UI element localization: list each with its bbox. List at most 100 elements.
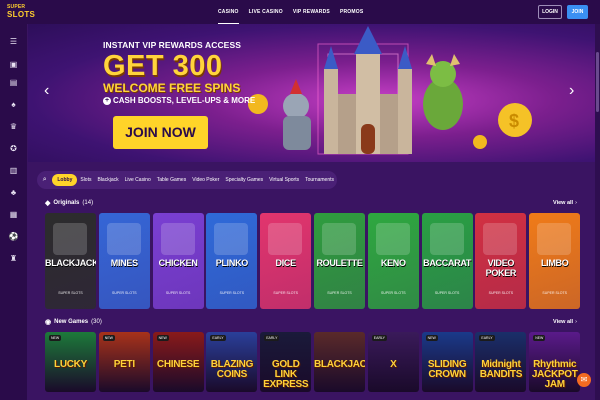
game-card-original[interactable]: DICE SUPER SLOTS <box>260 213 312 309</box>
game-brand: SUPER SLOTS <box>58 291 83 295</box>
new-games-heading: ◉ New Games (30) <box>45 318 102 326</box>
originals-row: BLACKJACK SUPER SLOTS MINES SUPER SLOTS CHIC… <box>45 213 595 309</box>
filter-virtual-sports[interactable]: Virtual Sports <box>266 171 302 189</box>
game-card-new[interactable]: NEW SLIDING CROWN <box>421 332 473 392</box>
game-card-original[interactable]: MINES SUPER SLOTS <box>98 213 150 309</box>
game-card-new[interactable]: BLACKJACK <box>314 332 365 392</box>
prev-slide-arrow[interactable]: ‹ <box>44 82 49 100</box>
filter-table-games[interactable]: Table Games <box>154 171 189 189</box>
nav-vip-rewards[interactable]: VIP REWARDS <box>293 0 330 24</box>
game-badge: NEW <box>425 335 438 341</box>
page-scrollbar[interactable] <box>595 24 600 400</box>
game-card-original[interactable]: VIDEO POKER SUPER SLOTS <box>475 213 527 309</box>
game-brand: SUPER SLOTS <box>542 291 567 295</box>
main-nav: CASINO LIVE CASINO VIP REWARDS PROMOS <box>218 0 363 24</box>
game-art <box>160 223 195 255</box>
game-card-new[interactable]: EARLY GOLD LINK EXPRESS <box>260 332 312 392</box>
plus-icon: + <box>103 96 111 105</box>
game-card-original[interactable]: KENO SUPER SLOTS <box>367 213 419 309</box>
game-title: BACCARAT <box>423 258 472 268</box>
game-brand: SUPER SLOTS <box>434 291 460 295</box>
tournaments-icon[interactable]: ♜ <box>7 252 20 265</box>
search-icon[interactable]: ⌕ <box>37 176 52 184</box>
hero-perks-text: CASH BOOSTS, LEVEL-UPS & MORE <box>113 96 256 105</box>
game-brand: SUPER SLOTS <box>165 291 191 295</box>
game-art <box>483 223 518 255</box>
hero-banner[interactable]: $ ‹ › INSTANT VIP REWARDS ACCESS GET 300… <box>28 24 595 162</box>
filter-live-casino[interactable]: Live Casino <box>122 171 154 189</box>
originals-view-all-label: View all <box>553 200 574 206</box>
game-card-original[interactable]: CHICKEN SUPER SLOTS <box>152 213 204 309</box>
filter-specialty-games[interactable]: Specialty Games <box>222 171 266 189</box>
originals-view-all[interactable]: View all › <box>553 200 577 206</box>
game-card-new[interactable]: NEW PETI <box>98 332 150 392</box>
game-badge: NEW <box>533 335 546 341</box>
hero-subtitle: INSTANT VIP REWARDS ACCESS <box>103 40 241 50</box>
game-title: Rhythmic JACKPOT JAM <box>531 359 578 390</box>
game-art <box>106 223 141 255</box>
game-badge: EARLY <box>371 335 388 341</box>
live-casino-icon[interactable]: ▤ <box>7 76 20 89</box>
game-title: CHICKEN <box>158 258 198 268</box>
menu-icon[interactable]: ☰ <box>7 35 20 48</box>
game-card-new[interactable]: NEW CHINESE <box>152 332 204 392</box>
game-art <box>375 223 410 255</box>
video-poker-icon[interactable]: ♣ <box>7 186 20 199</box>
game-card-original[interactable]: ROULETTE SUPER SLOTS <box>314 213 365 309</box>
hero-perks: + CASH BOOSTS, LEVEL-UPS & MORE <box>103 96 255 105</box>
eye-icon: ◉ <box>45 319 52 326</box>
game-card-new[interactable]: EARLY BLAZING COINS <box>206 332 258 392</box>
game-brand: SUPER SLOTS <box>327 291 352 295</box>
blackjack-icon[interactable]: ♠ <box>7 98 20 111</box>
join-now-button[interactable]: JOIN NOW <box>113 116 208 149</box>
game-art <box>322 223 356 255</box>
game-brand: SUPER SLOTS <box>273 291 298 295</box>
nav-promos[interactable]: PROMOS <box>340 0 363 24</box>
game-card-new[interactable]: NEW Rhythmic JACKPOT JAM <box>529 332 581 392</box>
game-art <box>53 223 87 255</box>
game-brand: SUPER SLOTS <box>381 291 406 295</box>
game-brand: SUPER SLOTS <box>112 291 137 295</box>
game-card-original[interactable]: BACCARAT SUPER SLOTS <box>421 213 473 309</box>
originals-title: Originals <box>53 200 80 206</box>
game-badge: NEW <box>102 335 115 341</box>
game-card-new[interactable]: EARLY Midnight BANDITS <box>475 332 527 392</box>
game-art <box>268 223 303 255</box>
slots-icon[interactable]: ▣ <box>7 58 20 71</box>
game-card-original[interactable]: BLACKJACK SUPER SLOTS <box>45 213 96 309</box>
login-button[interactable]: LOGIN <box>538 5 562 19</box>
site-logo[interactable]: SUPER SLOTS <box>7 4 36 20</box>
new-games-view-all-label: View all <box>553 319 574 325</box>
vip-icon[interactable]: ♛ <box>7 120 20 133</box>
filter-lobby[interactable]: Lobby <box>52 174 78 186</box>
nav-casino[interactable]: CASINO <box>218 0 239 24</box>
new-games-count: (30) <box>91 319 102 325</box>
sports-icon[interactable]: ⚽ <box>7 230 20 243</box>
filter-video-poker[interactable]: Video Poker <box>189 171 222 189</box>
game-brand: SUPER SLOTS <box>488 291 514 295</box>
chat-icon[interactable]: ✉ <box>577 373 591 387</box>
specialty-icon[interactable]: ▦ <box>7 208 20 221</box>
diamond-icon: ◆ <box>45 200 51 207</box>
game-card-original[interactable]: PLINKO SUPER SLOTS <box>206 213 258 309</box>
promos-icon[interactable]: ✪ <box>7 142 20 155</box>
filter-blackjack[interactable]: Blackjack <box>94 171 121 189</box>
filter-tournaments[interactable]: Tournaments <box>302 171 337 189</box>
scrollbar-thumb[interactable] <box>596 52 599 112</box>
chevron-right-icon: › <box>575 319 577 325</box>
next-slide-arrow[interactable]: › <box>569 82 574 100</box>
game-badge: NEW <box>49 335 62 341</box>
game-card-new[interactable]: NEW LUCKY <box>45 332 96 392</box>
game-art <box>429 223 464 255</box>
game-card-original[interactable]: LIMBO SUPER SLOTS <box>529 213 581 309</box>
filter-slots[interactable]: Slots <box>77 171 94 189</box>
game-badge: EARLY <box>264 335 280 341</box>
originals-heading: ◆ Originals (14) <box>45 199 93 207</box>
table-games-icon[interactable]: ▥ <box>7 164 20 177</box>
logo-line2: SLOTS <box>7 10 36 19</box>
game-card-new[interactable]: EARLY X <box>367 332 419 392</box>
new-games-view-all[interactable]: View all › <box>553 319 577 325</box>
game-title: GOLD LINK EXPRESS <box>263 359 309 390</box>
nav-live-casino[interactable]: LIVE CASINO <box>249 0 283 24</box>
join-button[interactable]: JOIN <box>567 5 588 19</box>
